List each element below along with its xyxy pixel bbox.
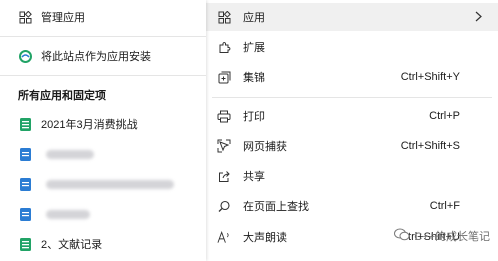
divider: [212, 97, 492, 98]
install-site-label: 将此站点作为应用安装: [41, 51, 151, 63]
menu-item-label: 集锦: [243, 72, 265, 84]
list-item[interactable]: 2、文献记录: [0, 235, 206, 253]
chevron-right-icon: [475, 11, 482, 25]
blue-doc-icon: [18, 147, 32, 161]
share-icon: [217, 169, 231, 183]
puzzle-icon: [217, 40, 231, 54]
shortcut-text: Ctrl+Shift+Y: [400, 71, 460, 83]
menu-item-label: 在页面上查找: [243, 201, 309, 213]
shortcut-text: Ctrl+Shift+S: [400, 140, 460, 152]
menu-item-share[interactable]: 共享: [206, 166, 498, 186]
manage-apps-label: 管理应用: [41, 12, 85, 24]
divider: [0, 36, 206, 37]
menu-item-collections[interactable]: 集锦 Ctrl+Shift+Y: [206, 67, 498, 87]
find-icon: [217, 199, 231, 213]
list-item[interactable]: 2021年3月消费挑战: [0, 115, 206, 133]
blue-doc-icon: [18, 207, 32, 221]
redacted-label: [46, 209, 90, 219]
web-capture-icon: [217, 139, 231, 153]
blue-doc-icon: [18, 177, 32, 191]
section-title-text: 所有应用和固定项: [18, 90, 106, 102]
list-item[interactable]: [0, 145, 206, 163]
menu-item-label: 大声朗读: [243, 232, 287, 244]
menu-item-label: 共享: [243, 171, 265, 183]
section-title: 所有应用和固定项: [0, 86, 206, 104]
menu-item-label: 打印: [243, 111, 265, 123]
menu-item-label: 应用: [243, 12, 265, 24]
list-item[interactable]: [0, 175, 206, 193]
collections-icon: [217, 70, 231, 84]
menu-item-label: 扩展: [243, 42, 265, 54]
shortcut-text: Ctrl+P: [429, 110, 460, 122]
redacted-label: [46, 149, 94, 159]
menu-item-find[interactable]: 在页面上查找 Ctrl+F: [206, 196, 498, 216]
menu-item-extensions[interactable]: 扩展: [206, 37, 498, 57]
install-site-item[interactable]: 将此站点作为应用安装: [0, 47, 206, 65]
divider: [0, 75, 206, 76]
printer-icon: [217, 109, 231, 123]
apps-icon: [18, 10, 32, 24]
wechat-icon: [394, 228, 410, 244]
watermark-text: C++的成长笔记: [414, 231, 490, 243]
manage-apps-item[interactable]: 管理应用: [0, 8, 206, 26]
read-aloud-icon: [217, 230, 231, 244]
list-item-label: 2、文献记录: [41, 239, 103, 251]
list-item[interactable]: [0, 205, 206, 223]
apps-icon: [217, 10, 231, 24]
redacted-label: [46, 179, 174, 189]
green-sheet-icon: [18, 117, 32, 131]
settings-menu: 应用 扩展 集锦 Ctrl+Shift+Y 打印 Ctrl+P 网页捕获 Ctr…: [206, 0, 498, 261]
apps-submenu: 管理应用 将此站点作为应用安装 所有应用和固定项 2021年3月消费挑战 2、文…: [0, 0, 206, 261]
menu-item-web-capture[interactable]: 网页捕获 Ctrl+Shift+S: [206, 136, 498, 156]
menu-item-label: 网页捕获: [243, 141, 287, 153]
green-sheet-icon: [18, 237, 32, 251]
watermark: C++的成长笔记: [394, 228, 490, 244]
menu-item-print[interactable]: 打印 Ctrl+P: [206, 106, 498, 126]
shortcut-text: Ctrl+F: [429, 200, 460, 212]
menu-item-apps[interactable]: 应用: [206, 3, 498, 31]
list-item-label: 2021年3月消费挑战: [41, 119, 138, 131]
edge-logo-icon: [18, 49, 32, 63]
